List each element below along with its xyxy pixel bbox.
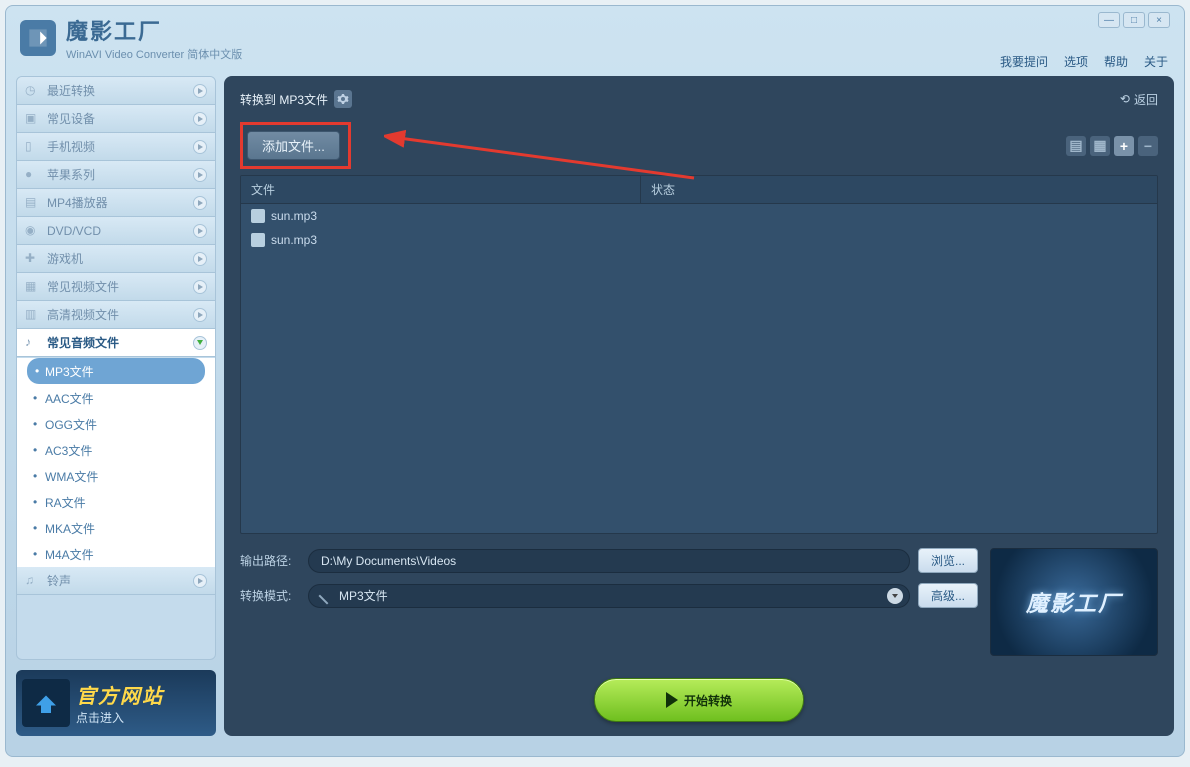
player-icon: ▤: [25, 195, 41, 211]
sidebar-cat-apple[interactable]: ●苹果系列: [17, 161, 215, 189]
sidebar-cat-dvd[interactable]: ◉DVD/VCD: [17, 217, 215, 245]
disc-icon: ◉: [25, 223, 41, 239]
sidebar: ◷最近转换 ▣常见设备 ▯手机视频 ●苹果系列 ▤MP4播放器 ◉DVD/VCD…: [16, 76, 216, 736]
page-title: 转换到 MP3文件: [240, 90, 352, 108]
clock-icon: ◷: [25, 83, 41, 99]
chevron-right-icon: [193, 84, 207, 98]
subitem-wma[interactable]: WMA文件: [17, 463, 215, 489]
advanced-button[interactable]: 高级...: [918, 583, 978, 608]
file-icon: [251, 233, 265, 247]
add-item-button[interactable]: +: [1114, 136, 1134, 156]
subitem-ogg[interactable]: OGG文件: [17, 411, 215, 437]
back-button[interactable]: ⟲ 返回: [1120, 91, 1158, 108]
grid-view-button[interactable]: ▦: [1090, 136, 1110, 156]
window-controls: — □ ×: [1098, 12, 1170, 28]
subitem-mka[interactable]: MKA文件: [17, 515, 215, 541]
sidebar-cat-mp4[interactable]: ▤MP4播放器: [17, 189, 215, 217]
music-icon: ♪: [25, 335, 41, 351]
main-panel: 转换到 MP3文件 ⟲ 返回 添加文件... ▤ ▦ +: [224, 76, 1174, 736]
play-icon: [666, 692, 678, 708]
chevron-right-icon: [193, 140, 207, 154]
logo-icon: [20, 20, 56, 56]
chevron-down-icon: [193, 336, 207, 350]
convert-mode-label: 转换模式:: [240, 587, 300, 604]
return-icon: ⟲: [1120, 92, 1130, 106]
output-path-label: 输出路径:: [240, 552, 300, 569]
subitem-ac3[interactable]: AC3文件: [17, 437, 215, 463]
sidebar-cat-recent[interactable]: ◷最近转换: [17, 77, 215, 105]
preview-thumbnail: 魔影工厂: [990, 548, 1158, 656]
subitem-m4a[interactable]: M4A文件: [17, 541, 215, 567]
settings-icon[interactable]: [334, 90, 352, 108]
remove-item-button[interactable]: −: [1138, 136, 1158, 156]
add-file-button[interactable]: 添加文件...: [247, 131, 340, 160]
chevron-right-icon: [193, 252, 207, 266]
chevron-right-icon: [193, 280, 207, 294]
browse-button[interactable]: 浏览...: [918, 548, 978, 573]
banner-title: 官方网站: [76, 680, 164, 709]
banner-icon: [22, 679, 70, 727]
device-icon: ▣: [25, 111, 41, 127]
file-table: 文件 状态 sun.mp3 sun.mp3: [240, 175, 1158, 534]
minimize-button[interactable]: —: [1098, 12, 1120, 28]
menu-about[interactable]: 关于: [1144, 53, 1168, 70]
sidebar-cat-hd[interactable]: ▥高清视频文件: [17, 301, 215, 329]
sidebar-cat-game[interactable]: ✚游戏机: [17, 245, 215, 273]
chevron-right-icon: [193, 112, 207, 126]
phone-icon: ▯: [25, 139, 41, 155]
col-status: 状态: [641, 176, 685, 203]
add-file-highlight: 添加文件...: [240, 122, 351, 169]
chevron-right-icon: [193, 574, 207, 588]
website-banner[interactable]: 官方网站 点击进入: [16, 670, 216, 736]
gamepad-icon: ✚: [25, 251, 41, 267]
chevron-right-icon: [193, 196, 207, 210]
menu-options[interactable]: 选项: [1064, 53, 1088, 70]
dropdown-icon[interactable]: [887, 588, 903, 604]
audio-sublist: MP3文件 AAC文件 OGG文件 AC3文件 WMA文件 RA文件 MKA文件…: [17, 358, 215, 567]
app-menu: 我要提问 选项 帮助 关于: [1000, 53, 1168, 70]
close-button[interactable]: ×: [1148, 12, 1170, 28]
list-view-button[interactable]: ▤: [1066, 136, 1086, 156]
sidebar-cat-audio[interactable]: ♪常见音频文件: [17, 329, 215, 357]
table-row[interactable]: sun.mp3: [241, 228, 1157, 252]
hd-icon: ▥: [25, 307, 41, 323]
subitem-ra[interactable]: RA文件: [17, 489, 215, 515]
subitem-aac[interactable]: AAC文件: [17, 385, 215, 411]
chevron-right-icon: [193, 224, 207, 238]
app-logo: 魔影工厂 WinAVI Video Converter 简体中文版: [20, 14, 242, 62]
table-row[interactable]: sun.mp3: [241, 204, 1157, 228]
app-subtitle: WinAVI Video Converter 简体中文版: [66, 46, 242, 62]
output-path-field[interactable]: D:\My Documents\Videos: [308, 549, 910, 573]
chevron-right-icon: [193, 168, 207, 182]
sidebar-cat-mobile[interactable]: ▯手机视频: [17, 133, 215, 161]
subitem-mp3[interactable]: MP3文件: [27, 358, 205, 384]
maximize-button[interactable]: □: [1123, 12, 1145, 28]
start-convert-button[interactable]: 开始转换: [594, 678, 804, 722]
menu-ask[interactable]: 我要提问: [1000, 53, 1048, 70]
banner-sub: 点击进入: [76, 709, 164, 726]
bell-icon: ♫: [25, 573, 41, 589]
sidebar-cat-devices[interactable]: ▣常见设备: [17, 105, 215, 133]
title-bar: 魔影工厂 WinAVI Video Converter 简体中文版 — □ × …: [6, 6, 1184, 76]
apple-icon: ●: [25, 167, 41, 183]
app-window: 魔影工厂 WinAVI Video Converter 简体中文版 — □ × …: [5, 5, 1185, 757]
file-icon: [251, 209, 265, 223]
video-icon: ▦: [25, 279, 41, 295]
convert-mode-field[interactable]: MP3文件: [308, 584, 910, 608]
app-title: 魔影工厂: [66, 14, 242, 46]
sidebar-cat-video[interactable]: ▦常见视频文件: [17, 273, 215, 301]
col-file: 文件: [241, 176, 641, 203]
chevron-right-icon: [193, 308, 207, 322]
edit-icon: [319, 587, 336, 604]
sidebar-cat-ringtone[interactable]: ♫铃声: [17, 567, 215, 595]
menu-help[interactable]: 帮助: [1104, 53, 1128, 70]
